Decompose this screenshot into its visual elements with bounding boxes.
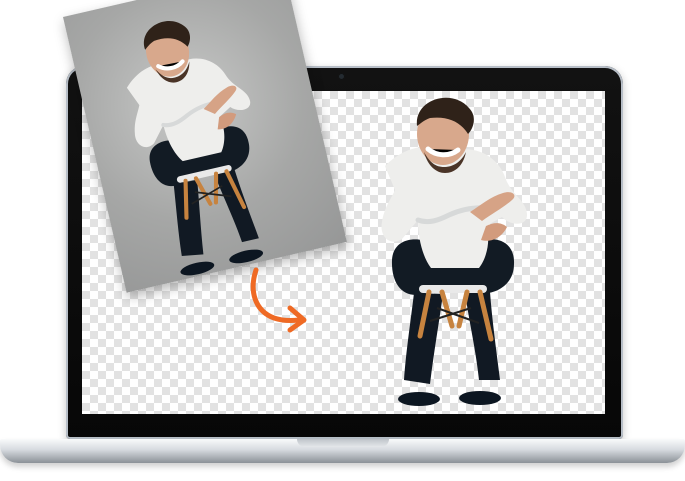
camera-icon <box>338 73 345 80</box>
background-removal-illustration <box>0 0 685 481</box>
curved-arrow-icon <box>250 267 307 333</box>
laptop-base-notch <box>297 439 389 447</box>
original-person-graphic <box>126 21 264 276</box>
cutout-person <box>375 94 535 412</box>
cutout-person-graphic <box>381 97 528 406</box>
original-person <box>105 2 293 287</box>
